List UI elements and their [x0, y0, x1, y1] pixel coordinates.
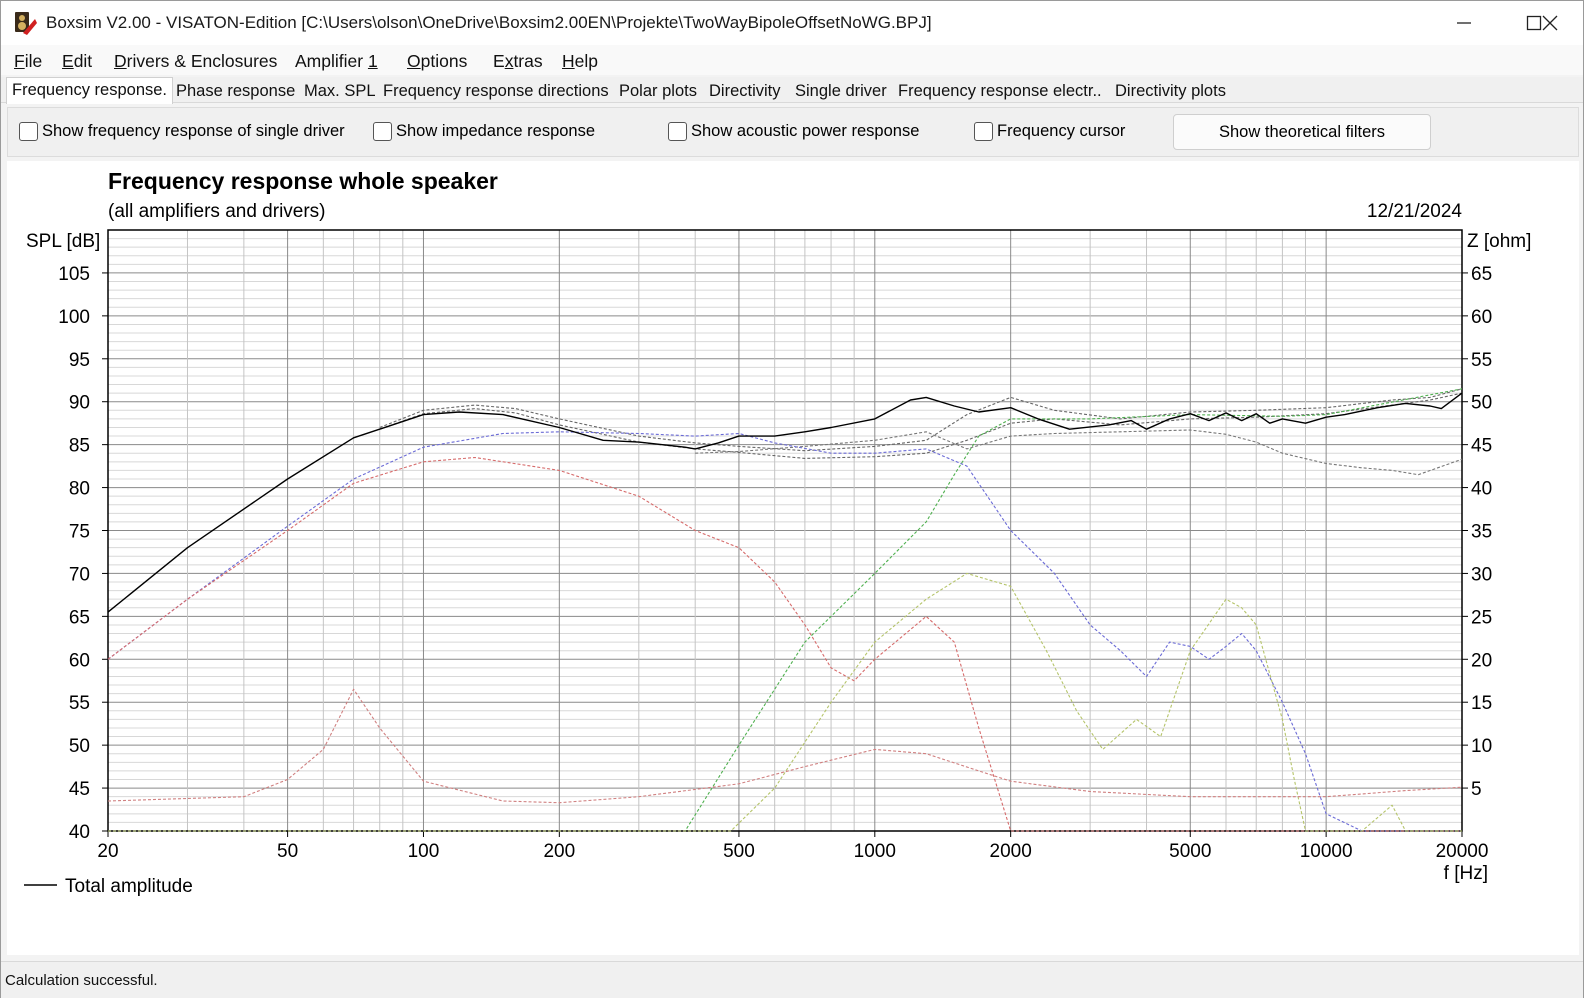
x-tick-label: 20	[97, 841, 118, 862]
x-tick-label: 5000	[1169, 841, 1211, 862]
y-tick-label: 70	[69, 564, 90, 585]
y-tick-label: 60	[69, 650, 90, 671]
y-tick-label: 65	[69, 607, 90, 628]
minimize-button[interactable]	[1429, 1, 1499, 45]
x-tick-label: 50	[277, 841, 298, 862]
checkbox-label: Frequency cursor	[997, 122, 1126, 140]
chart-subtitle: (all amplifiers and drivers)	[108, 201, 326, 222]
dashed-response-line	[107, 688, 1463, 804]
y2-tick-label: 45	[1471, 436, 1492, 457]
show-acoustic-power-checkbox[interactable]: Show acoustic power response	[668, 122, 919, 141]
menu-edit[interactable]: Edit	[62, 51, 92, 72]
y2-tick-label: 15	[1471, 693, 1492, 714]
tab-directivity[interactable]: Directivity	[704, 79, 786, 103]
y2-tick-label: 40	[1471, 479, 1492, 500]
tab-phase-response[interactable]: Phase response	[171, 79, 300, 103]
dashed-response-line	[379, 392, 1463, 459]
x-tick-label: 20000	[1436, 841, 1489, 862]
status-text: Calculation successful.	[5, 972, 158, 989]
y-tick-label: 105	[58, 264, 90, 285]
y2-tick-label: 10	[1471, 736, 1492, 757]
y2-tick-label: 35	[1471, 522, 1492, 543]
chart-title: Frequency response whole speaker	[108, 168, 498, 194]
y-tick-label: 55	[69, 693, 90, 714]
checkbox-label: Show frequency response of single driver	[42, 122, 345, 140]
tab-frequency-response-directions[interactable]: Frequency response directions	[378, 79, 614, 103]
y-tick-label: 50	[69, 736, 90, 757]
y-tick-label: 95	[69, 350, 90, 371]
y2-tick-label: 30	[1471, 564, 1492, 585]
y2-tick-label: 20	[1471, 650, 1492, 671]
y-axis-label: SPL [dB]	[26, 231, 100, 252]
options-bar: Show frequency response of single driver…	[7, 107, 1579, 157]
x-axis-label: f [Hz]	[1444, 863, 1488, 884]
y2-axis-label: Z [ohm]	[1467, 231, 1531, 252]
y-tick-label: 100	[58, 307, 90, 328]
y2-tick-label: 55	[1471, 350, 1492, 371]
x-tick-label: 10000	[1300, 841, 1353, 862]
checkbox-label: Show impedance response	[396, 122, 596, 140]
tab-max-spl[interactable]: Max. SPL	[299, 79, 381, 103]
menu-file[interactable]: File	[14, 51, 42, 72]
close-button[interactable]	[1515, 1, 1584, 45]
show-theoretical-filters-button[interactable]: Show theoretical filters	[1173, 114, 1431, 150]
menu-amplifier-1[interactable]: Amplifier 1	[295, 51, 378, 72]
x-tick-label: 100	[408, 841, 440, 862]
tab-frequency-response-electrical[interactable]: Frequency response electr..	[893, 79, 1107, 103]
total-amplitude-line	[107, 392, 1463, 613]
y2-tick-label: 50	[1471, 393, 1492, 414]
frequency-response-chart: 40 45 50 55 60 65 70 75 80 85 90 95 100 105 5 10 15 20 25 3…	[24, 168, 1531, 897]
menu-bar: File Edit Drivers & Enclosures Amplifier…	[1, 45, 1583, 75]
y-tick-label: 75	[69, 522, 90, 543]
close-icon	[1542, 15, 1558, 31]
show-impedance-checkbox[interactable]: Show impedance response	[373, 122, 595, 141]
title-bar[interactable]: Boxsim V2.00 - VISATON-Edition [C:\Users…	[1, 1, 1583, 45]
y-tick-label: 40	[69, 822, 90, 843]
window-title: Boxsim V2.00 - VISATON-Edition [C:\Users…	[46, 13, 932, 32]
y2-tick-label: 5	[1471, 779, 1482, 800]
app-window: Boxsim V2.00 - VISATON-Edition [C:\Users…	[0, 0, 1584, 998]
y2-tick-label: 60	[1471, 307, 1492, 328]
tab-bar: Frequency response. Phase response Max. …	[1, 77, 1583, 104]
plot-area: 40 45 50 55 60 65 70 75 80 85 90 95 100 105 5 10 15 20 25 3…	[7, 161, 1579, 955]
checkbox-box[interactable]	[974, 122, 993, 141]
checkbox-box[interactable]	[668, 122, 687, 141]
x-tick-label: 2000	[990, 841, 1032, 862]
chart-date: 12/21/2024	[1367, 201, 1463, 222]
legend-label-total-amplitude: Total amplitude	[65, 876, 193, 897]
checkbox-label: Show acoustic power response	[691, 122, 920, 140]
dashed-response-line	[108, 388, 1463, 832]
tab-polar-plots[interactable]: Polar plots	[614, 79, 702, 103]
y2-tick-label: 65	[1471, 264, 1492, 285]
checkbox-box[interactable]	[19, 122, 38, 141]
status-bar: Calculation successful.	[1, 961, 1583, 998]
menu-help[interactable]: Help	[562, 51, 598, 72]
x-tick-label: 500	[723, 841, 755, 862]
tab-frequency-response[interactable]: Frequency response.	[6, 77, 174, 104]
x-tick-label: 1000	[854, 841, 896, 862]
tab-single-driver[interactable]: Single driver	[790, 79, 892, 103]
checkbox-box[interactable]	[373, 122, 392, 141]
minimize-icon	[1457, 22, 1471, 24]
y-tick-label: 45	[69, 779, 90, 800]
menu-extras[interactable]: Extras	[493, 51, 543, 72]
menu-drivers-enclosures[interactable]: Drivers & Enclosures	[114, 51, 277, 72]
dashed-response-line	[695, 429, 1463, 476]
menu-options[interactable]: Options	[407, 51, 467, 72]
y-tick-label: 80	[69, 479, 90, 500]
frequency-cursor-checkbox[interactable]: Frequency cursor	[974, 122, 1125, 141]
y2-tick-label: 25	[1471, 607, 1492, 628]
y-tick-label: 85	[69, 436, 90, 457]
y-tick-label: 90	[69, 393, 90, 414]
show-single-driver-checkbox[interactable]: Show frequency response of single driver	[19, 122, 345, 141]
boxsim-app-icon	[15, 12, 37, 35]
tab-directivity-plots[interactable]: Directivity plots	[1110, 79, 1231, 103]
x-tick-label: 200	[543, 841, 575, 862]
